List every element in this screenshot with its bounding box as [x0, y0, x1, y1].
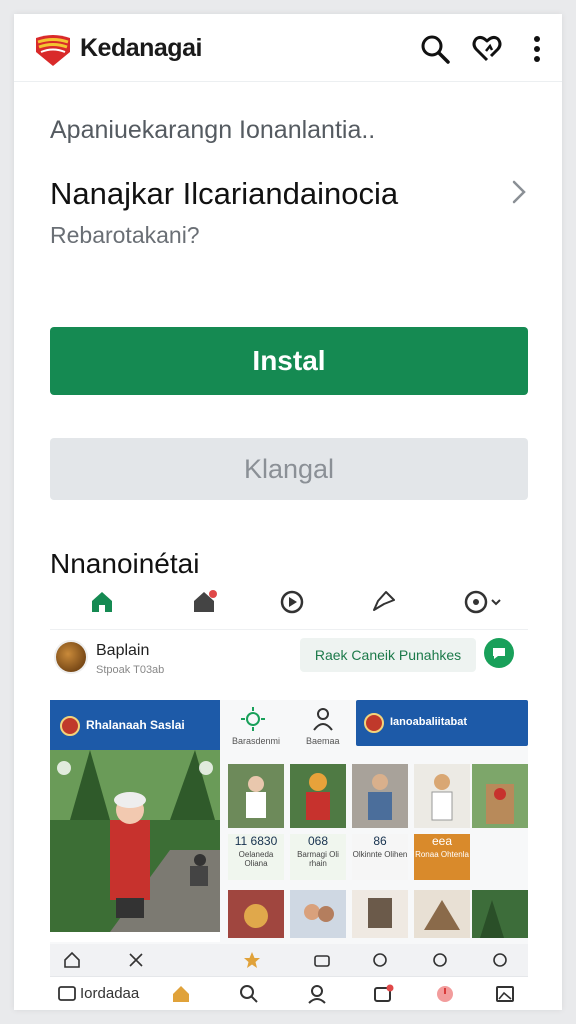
avatar [54, 640, 88, 674]
featured-card-header: Rhalanaah Saslai [50, 700, 220, 750]
gallery-tile [290, 764, 346, 828]
profile-name: Baplain [96, 642, 150, 659]
info-card-title: Ianoabaliitabat [390, 716, 468, 728]
gallery-tile [472, 764, 528, 828]
listing-title[interactable]: Nanajkar Ilcariandainocia [50, 176, 398, 212]
stat-label: Oelaneda Oliana [238, 850, 274, 868]
play-icon [280, 590, 304, 614]
account-more-icon [464, 590, 501, 614]
camera-icon [314, 955, 330, 967]
stat-value: 86 [373, 834, 387, 848]
message-badge-icon [374, 984, 394, 1002]
gallery-tile [414, 890, 470, 938]
logo-flag-icon [36, 35, 70, 66]
screenshot-preview[interactable]: Baplain Stpoak T03ab Raek Caneik Punahke… [50, 574, 528, 1010]
more-vert-icon[interactable] [520, 32, 554, 66]
mid-label-1: Barasdenmi [232, 736, 281, 746]
home-icon [92, 592, 112, 612]
stat-card: 11 6830 Oelaneda Oliana [228, 834, 284, 880]
badge-icon [60, 716, 80, 736]
gallery-tile [352, 764, 408, 828]
gallery-grid: 11 6830 Oelaneda Oliana 068 Barmagi Oli … [228, 764, 528, 944]
gallery-tile [228, 764, 284, 828]
search-icon[interactable] [418, 32, 452, 66]
preview-tab-bar [50, 944, 528, 976]
sun-icon [241, 707, 265, 731]
home-filled-icon [173, 986, 189, 1002]
stat-value: eea [431, 834, 453, 848]
share-icon [373, 591, 395, 611]
gallery-tile [228, 890, 284, 938]
chevron-right-icon[interactable] [508, 178, 530, 206]
stat-card: 86 Olkinnte Olihen [352, 834, 408, 880]
stat-value: 11 6830 [234, 834, 278, 848]
install-button[interactable]: Instal [50, 327, 528, 395]
listing-subtitle: Rebarotakani? [50, 222, 200, 248]
badge-icon [364, 713, 384, 733]
circle-icon [373, 953, 387, 967]
power-icon [437, 986, 453, 1002]
featured-card-title: Rhalanaah Saslai [86, 718, 185, 732]
app-title: Kedanagai [80, 34, 202, 62]
gallery-icon [496, 986, 514, 1002]
park-photo [50, 750, 220, 932]
app-detail-page: Kedanagai Apaniuekarangn Ionanlantia.. N… [14, 14, 562, 1010]
preview-bottom-nav: Iordadaa [50, 976, 528, 1010]
person-icon [313, 708, 333, 731]
heart-chat-icon[interactable] [470, 32, 504, 66]
listing-subheading: Apaniuekarangn Ionanlantia.. [50, 116, 376, 144]
circle-icon [493, 953, 507, 967]
home-outline-icon [64, 951, 80, 968]
preview-profile-header: Baplain Stpoak T03ab Raek Caneik Punahke… [50, 630, 528, 700]
stat-label: Ronaa Ohtenla [415, 850, 469, 859]
featured-card: Rhalanaah Saslai [50, 700, 220, 942]
home-badge-icon [194, 590, 217, 612]
star-icon [244, 952, 260, 968]
info-card: Ianoabaliitabat [356, 700, 528, 746]
mid-icons: Barasdenmi Baemaa [228, 700, 346, 754]
gallery-tile [352, 890, 408, 938]
gallery-tile [290, 890, 346, 938]
gallery-tile [472, 890, 528, 938]
stat-card: 068 Barmagi Oli rhain [290, 834, 346, 880]
circle-icon [433, 953, 447, 967]
secondary-button[interactable]: Klangal [50, 438, 528, 500]
stat-value: 068 [307, 834, 329, 848]
stat-label: Barmagi Oli rhain [297, 850, 339, 868]
follow-chip: Raek Caneik Punahkes [300, 638, 476, 672]
bottom-nav-label: Iordadaa [80, 985, 140, 1002]
stat-label: Olkinnte Olihen [352, 850, 408, 859]
mid-label-2: Baemaa [306, 736, 340, 746]
chat-outline-icon [58, 986, 76, 1001]
search-icon [240, 985, 258, 1003]
stat-card: eea Ronaa Ohtenla [414, 834, 470, 880]
profile-handle: Stpoak T03ab [96, 664, 165, 676]
app-bar: Kedanagai [14, 14, 562, 82]
preview-nav-bar [50, 574, 528, 630]
gallery-tile [414, 764, 470, 828]
profile-icon [308, 985, 326, 1004]
chat-icon [484, 638, 514, 668]
grid-icon [129, 953, 143, 967]
